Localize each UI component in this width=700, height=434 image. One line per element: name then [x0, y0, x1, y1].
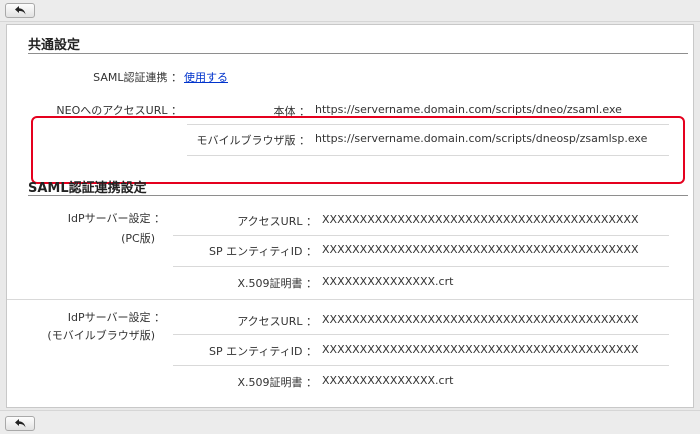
- mobile-access-url-value: XXXXXXXXXXXXXXXXXXXXXXXXXXXXXXXXXXXXXXXX…: [322, 313, 639, 326]
- mobile-entity-id-label: SP エンティティID ：: [208, 345, 317, 358]
- mobile-entity-id-value: XXXXXXXXXXXXXXXXXXXXXXXXXXXXXXXXXXXXXXXX…: [322, 343, 639, 356]
- bottom-toolbar: [0, 410, 700, 434]
- back-button-top[interactable]: [5, 3, 35, 18]
- saml-integration-label: SAML認証連携 ：: [93, 71, 182, 84]
- common-settings-title: 共通設定: [28, 38, 81, 53]
- top-toolbar: [0, 0, 700, 22]
- row-divider: [187, 124, 669, 125]
- row-divider: [173, 266, 669, 267]
- main-url-label: 本体 ：: [273, 105, 311, 118]
- pc-access-url-label: アクセスURL ：: [237, 215, 317, 228]
- back-arrow-icon: [14, 419, 25, 428]
- row-divider: [173, 235, 669, 236]
- back-arrow-icon: [14, 6, 25, 15]
- mobile-url-label: モバイルブラウザ版 ：: [196, 134, 311, 147]
- section-divider: [28, 195, 688, 196]
- pc-entity-id-value: XXXXXXXXXXXXXXXXXXXXXXXXXXXXXXXXXXXXXXXX…: [322, 243, 639, 256]
- idp-pc-label: IdPサーバー設定 ：: [67, 212, 165, 225]
- settings-panel: 共通設定 SAML認証連携 ： 使用する NEOへのアクセスURL ： 本体 ：…: [6, 24, 694, 408]
- idp-mobile-sublabel: (モバイルブラウザ版): [47, 329, 155, 342]
- pc-access-url-value: XXXXXXXXXXXXXXXXXXXXXXXXXXXXXXXXXXXXXXXX…: [322, 213, 639, 226]
- saml-settings-title: SAML認証連携設定: [28, 181, 147, 196]
- idp-pc-sublabel: (PC版): [121, 232, 155, 245]
- pc-cert-value: XXXXXXXXXXXXXXX.crt: [322, 275, 454, 288]
- neo-access-url-highlight: [31, 116, 685, 184]
- row-divider: [173, 365, 669, 366]
- main-url-value: https://servername.domain.com/scripts/dn…: [315, 103, 622, 116]
- idp-mobile-label: IdPサーバー設定 ：: [67, 311, 165, 324]
- row-divider: [187, 155, 669, 156]
- group-divider: [7, 299, 693, 300]
- mobile-url-value: https://servername.domain.com/scripts/dn…: [315, 132, 648, 145]
- neo-access-url-label: NEOへのアクセスURL ：: [56, 104, 182, 117]
- pc-cert-label: X.509証明書 ：: [237, 277, 317, 290]
- mobile-cert-label: X.509証明書 ：: [237, 376, 317, 389]
- row-divider: [173, 334, 669, 335]
- pc-entity-id-label: SP エンティティID ：: [208, 245, 317, 258]
- mobile-access-url-label: アクセスURL ：: [237, 315, 317, 328]
- section-divider: [28, 53, 688, 54]
- back-button-bottom[interactable]: [5, 416, 35, 431]
- saml-integration-link[interactable]: 使用する: [184, 69, 228, 85]
- mobile-cert-value: XXXXXXXXXXXXXXX.crt: [322, 374, 454, 387]
